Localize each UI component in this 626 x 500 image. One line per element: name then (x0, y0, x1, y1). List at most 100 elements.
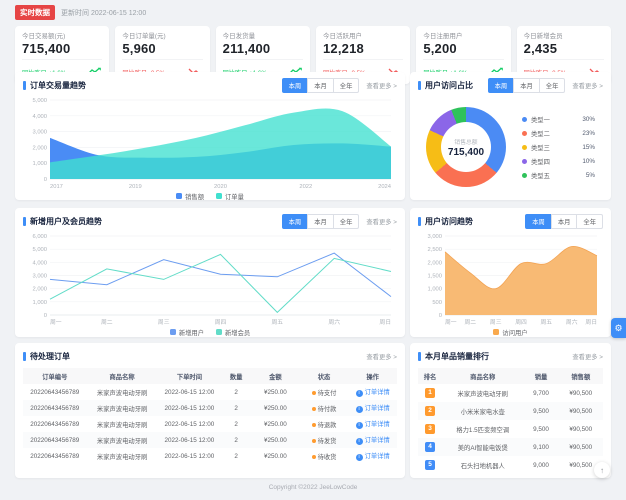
title-accent-bar (418, 80, 421, 90)
cell-status: 待退款 (300, 416, 349, 432)
cell-order_no: 20220643456789 (30, 452, 80, 460)
kpi-value: 5,960 (122, 41, 156, 56)
cell-time: 2022-06-15 12:00 (164, 388, 215, 396)
cell-product: 格力1.5匹变频空调 (456, 426, 510, 434)
table-row: 3 格力1.5匹变频空调 9,500 ¥90,500 (418, 420, 603, 438)
column-header: 金额 (251, 368, 300, 384)
legend-item: 订单量 (216, 192, 244, 200)
svg-text:2022: 2022 (299, 184, 312, 190)
view-more-link[interactable]: 查看更多 > (366, 352, 397, 361)
order-detail-link[interactable]: i 订单详情 (355, 421, 390, 429)
table-row: 20220643456789 米家声波电动牙刷 2022-06-15 12:00 2 ¥… (23, 448, 397, 464)
svg-text:周二: 周二 (101, 319, 113, 326)
cell-time: 2022-06-15 12:00 (164, 404, 215, 412)
tab-全年[interactable]: 全年 (538, 77, 566, 93)
floating-settings-button[interactable]: ⚙ (611, 318, 626, 338)
panel-title: 用户访问趋势 (425, 216, 473, 226)
pie-legend: 类型一 30% 类型二 23% 类型三 15% 类型四 10% 类型五 5% (522, 112, 599, 182)
period-tabs: 本周 本月 全年 (487, 77, 566, 93)
order-detail-link[interactable]: i 订单详情 (355, 389, 390, 397)
cell-order_no: 20220643456789 (30, 420, 80, 428)
cell-qty: 2 (234, 388, 238, 396)
view-more-link[interactable]: 查看更多 > (572, 352, 603, 361)
pie-legend-item: 类型三 15% (522, 140, 599, 154)
svg-text:4,000: 4,000 (32, 260, 47, 266)
svg-text:5,000: 5,000 (32, 247, 47, 253)
status-dot (311, 406, 316, 411)
cell-rank: 2 (418, 402, 442, 420)
svg-text:2,500: 2,500 (427, 247, 442, 253)
rank-badge: 5 (425, 460, 436, 470)
svg-text:2019: 2019 (129, 184, 142, 190)
order-detail-label: 订单详情 (364, 389, 390, 396)
new-users-legend: 新增用户 新增会员 (15, 326, 405, 337)
tab-本月[interactable]: 本月 (513, 77, 539, 93)
charts-row-2: 新增用户及会员趋势 本周 本月 全年 查看更多 > 0 1,000 2,000 3,000… (15, 208, 611, 337)
info-circle-icon: i (355, 438, 363, 445)
cell-time: 2022-06-15 12:00 (164, 436, 215, 444)
donut-center: 销售总额 715,400 (441, 122, 491, 172)
view-more-link[interactable]: 查看更多 > (366, 217, 397, 226)
new-users-chart: 0 1,000 2,000 3,000 4,000 5,000 6,000 周一 周二 周三 周四 周… (23, 231, 397, 326)
column-header: 商品名称 (442, 368, 524, 384)
tab-本月[interactable]: 本月 (307, 77, 333, 93)
order-detail-link[interactable]: i 订单详情 (355, 453, 390, 461)
svg-text:3,000: 3,000 (32, 274, 47, 280)
period-tabs: 本周 本月 全年 (525, 213, 603, 229)
panel-title: 待处理订单 (30, 351, 70, 361)
cell-revenue: ¥90,500 (569, 407, 593, 415)
table-row: 20220643456789 米家声波电动牙刷 2022-06-15 12:00 2 ¥… (23, 384, 397, 400)
cell-product: 小米米家电水壶 (460, 408, 505, 416)
view-more-link[interactable]: 查看更多 > (572, 81, 603, 90)
status-text: 待付款 (317, 405, 337, 413)
svg-text:周六: 周六 (328, 318, 340, 326)
svg-text:周三: 周三 (490, 319, 502, 326)
svg-text:4,000: 4,000 (32, 114, 47, 120)
tab-全年[interactable]: 全年 (332, 77, 360, 93)
cell-action: i 订单详情 (348, 432, 397, 448)
cell-product: 米家声波电动牙刷 (96, 421, 148, 429)
status-dot (311, 422, 316, 427)
pie-legend-swatch (522, 172, 527, 178)
tab-本月[interactable]: 本月 (550, 213, 577, 229)
order-detail-link[interactable]: i 订单详情 (355, 437, 390, 445)
tab-全年[interactable]: 全年 (576, 213, 603, 229)
info-circle-icon: i (355, 406, 363, 413)
tables-row: 待处理订单 查看更多 > 订单编号 商品名称 下单时间 数量 金额 状态 操作 202206… (15, 343, 611, 478)
ranking-table: 排名 商品名称 销量 销售额 1 米家声波电动牙刷 9,700 ¥90,500 2 小米米家电水… (418, 368, 603, 474)
order-detail-link[interactable]: i 订单详情 (355, 405, 390, 413)
svg-text:2,000: 2,000 (32, 287, 47, 293)
visit-trend-chart: 0 500 1,000 1,500 2,000 2,500 3,000 周一 周二 周三 周四 周五 周… (418, 231, 603, 326)
legend-item: 销售额 (176, 192, 204, 200)
info-circle-icon: i (355, 390, 363, 397)
charts-row-1: 订单交易量趋势 本周 本月 全年 查看更多 > 0 1,000 2,000 3,000 4,… (15, 72, 611, 200)
tab-本月[interactable]: 本月 (307, 213, 333, 229)
back-to-top-button[interactable]: ↑ (594, 462, 610, 478)
tab-本周[interactable]: 本周 (487, 77, 514, 93)
tab-本周[interactable]: 本周 (281, 213, 308, 229)
cell-product: 米家声波电动牙刷 (457, 390, 508, 398)
view-more-link[interactable]: 查看更多 > (366, 81, 397, 90)
period-tabs: 本周 本月 全年 (281, 213, 360, 229)
orders-trend-chart: 0 1,000 2,000 3,000 4,000 5,000 2017 2019 2020 20… (23, 95, 397, 190)
cell-order_no: 20220643456789 (30, 404, 80, 412)
tab-全年[interactable]: 全年 (332, 213, 360, 229)
column-header: 状态 (299, 368, 349, 384)
svg-text:周五: 周五 (540, 319, 552, 326)
pie-legend-item: 类型五 5% (522, 168, 599, 182)
pie-legend-value: 10% (582, 157, 595, 165)
info-circle-icon: i (355, 454, 363, 461)
kpi-value: 211,400 (222, 41, 271, 56)
cell-time: 2022-06-15 12:00 (164, 420, 215, 428)
svg-text:0: 0 (44, 177, 47, 183)
column-header: 数量 (221, 368, 252, 384)
legend-swatch (216, 329, 222, 335)
panel-visit-share: 用户访问占比 本周 本月 全年 查看更多 > 销售总额 715,400 类型一 30%… (410, 72, 611, 200)
tab-本周[interactable]: 本周 (525, 213, 551, 229)
footer-copyright: Copyright ©2022 JeeLowCode (268, 484, 358, 491)
tab-本周[interactable]: 本周 (281, 77, 308, 93)
column-header: 销售额 (558, 368, 603, 384)
cell-amount: ¥250.00 (264, 436, 287, 444)
kpi-label: 今日注册用户 (423, 33, 463, 40)
title-accent-bar (418, 216, 421, 226)
